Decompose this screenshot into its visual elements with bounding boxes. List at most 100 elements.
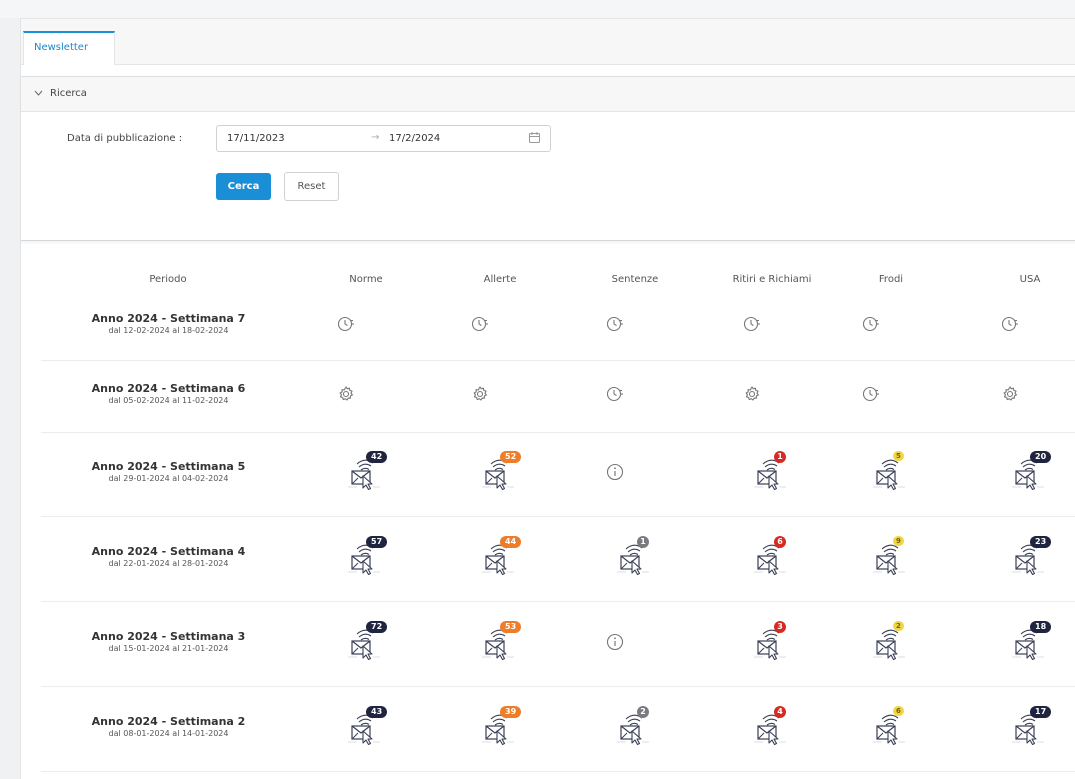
count-badge: 18 [1030,620,1052,633]
newsletter-mail-icon[interactable]: 39 [480,705,522,745]
column-header-ritiri-e-richiami: Ritiri e Richiami [732,274,812,285]
table-row: Anno 2024 - Settimana 2 dal 08-01-2024 al… [41,686,1075,772]
gear-icon[interactable] [337,385,377,421]
table-row: Anno 2024 - Settimana 6 dal 05-02-2024 al… [41,360,1075,433]
clock-icon[interactable] [743,315,783,351]
tab-newsletter[interactable]: Newsletter [23,31,115,65]
newsletter-mail-icon[interactable]: 6 [871,705,911,745]
clock-icon[interactable] [606,385,646,421]
search-button[interactable]: Cerca [216,173,271,200]
period-cell: Anno 2024 - Settimana 2 dal 08-01-2024 al… [41,715,296,738]
period-title: Anno 2024 - Settimana 4 [91,544,246,558]
reset-button[interactable]: Reset [284,172,339,201]
period-cell: Anno 2024 - Settimana 6 dal 05-02-2024 al… [41,382,296,405]
search-panel: Ricerca Data di pubblicazione : 17/11/20… [21,76,1075,241]
period-title: Anno 2024 - Settimana 7 [91,312,246,325]
table-row: Anno 2024 - Settimana 7 dal 12-02-2024 al… [41,299,1075,361]
gear-icon[interactable] [743,385,783,421]
period-cell: Anno 2024 - Settimana 3 dal 15-01-2024 al… [41,630,296,653]
tab-bar: Newsletter [21,19,1075,65]
count-badge: 17 [1030,705,1052,718]
date-label: Data di pubblicazione : [67,133,183,144]
newsletter-mail-icon[interactable]: 4 [752,705,792,745]
count-badge: 43 [366,705,388,718]
period-dates: dal 12-02-2024 al 18-02-2024 [108,326,229,335]
count-badge: 72 [366,620,388,633]
period-dates: dal 08-01-2024 al 14-01-2024 [108,728,229,738]
period-title: Anno 2024 - Settimana 2 [91,714,246,728]
newsletter-mail-icon[interactable]: 5 [871,451,911,490]
date-to-input[interactable]: 17/2/2024 [389,133,440,144]
period-title: Anno 2024 - Settimana 3 [91,629,246,643]
column-header-usa: USA [1019,274,1041,285]
gear-icon[interactable] [1001,385,1041,421]
period-cell: Anno 2024 - Settimana 4 dal 22-01-2024 al… [41,545,296,568]
newsletter-mail-icon[interactable]: 72 [346,620,388,660]
clock-icon[interactable] [471,315,511,351]
newsletter-mail-icon[interactable]: 17 [1010,705,1052,745]
info-icon[interactable] [606,463,646,499]
clock-icon[interactable] [862,385,902,421]
count-badge: 52 [500,451,522,463]
count-badge: 39 [500,705,522,718]
newsletter-mail-icon[interactable]: 23 [1010,535,1052,575]
newsletter-mail-icon[interactable]: 2 [615,705,655,745]
search-panel-header[interactable]: Ricerca [21,77,1075,112]
date-range-picker[interactable]: 17/11/2023 → 17/2/2024 [216,125,551,152]
period-dates: dal 29-01-2024 al 04-02-2024 [108,474,229,483]
calendar-icon[interactable] [529,132,540,143]
gear-icon[interactable] [471,385,511,421]
table-row: Anno 2024 - Settimana 4 dal 22-01-2024 al… [41,516,1075,602]
count-badge: 1 [774,451,786,463]
column-header-norme: Norme [349,274,383,285]
newsletter-mail-icon[interactable]: 20 [1010,451,1052,490]
newsletter-mail-icon[interactable]: 44 [480,535,522,575]
column-header-frodi: Frodi [878,274,904,285]
newsletter-mail-icon[interactable]: 18 [1010,620,1052,660]
newsletter-mail-icon[interactable]: 3 [752,620,792,660]
clock-icon[interactable] [1001,315,1041,351]
newsletter-mail-icon[interactable]: 6 [752,535,792,575]
period-dates: dal 15-01-2024 al 21-01-2024 [108,643,229,653]
period-dates: dal 05-02-2024 al 11-02-2024 [108,396,229,405]
count-badge: 3 [774,620,786,633]
count-badge: 2 [637,705,649,718]
main-frame: Newsletter Ricerca Data di pubblicazione… [20,18,1075,779]
newsletter-mail-icon[interactable]: 1 [615,535,655,575]
count-badge: 53 [500,620,522,633]
clock-icon[interactable] [337,315,377,351]
newsletter-mail-icon[interactable]: 2 [871,620,911,660]
arrow-right-icon: → [371,132,380,143]
period-dates: dal 22-01-2024 al 28-01-2024 [108,558,229,568]
count-badge: 57 [366,535,388,548]
count-badge: 4 [774,705,786,718]
search-section-label: Ricerca [50,88,87,99]
newsletter-mail-icon[interactable]: 43 [346,705,388,745]
count-badge: 5 [893,451,904,461]
newsletter-mail-icon[interactable]: 9 [871,535,911,575]
column-header-periodo: Periodo [149,274,187,285]
newsletter-mail-icon[interactable]: 53 [480,620,522,660]
window-top-strip [0,0,1075,18]
column-header-allerte: Allerte [483,274,517,285]
table-row: Anno 2024 - Settimana 3 dal 15-01-2024 al… [41,601,1075,687]
column-header-sentenze: Sentenze [611,274,659,285]
clock-icon[interactable] [606,315,646,351]
period-title: Anno 2024 - Settimana 5 [91,460,246,473]
info-icon[interactable] [606,633,646,669]
newsletter-mail-icon[interactable]: 42 [346,451,388,490]
period-cell: Anno 2024 - Settimana 5 dal 29-01-2024 al… [41,460,296,483]
table-row: Anno 2024 - Settimana 5 dal 29-01-2024 al… [41,432,1075,517]
chevron-down-icon [34,77,44,111]
clock-icon[interactable] [862,315,902,351]
newsletter-mail-icon[interactable]: 57 [346,535,388,575]
count-badge: 6 [893,705,904,716]
count-badge: 6 [774,535,786,548]
newsletter-mail-icon[interactable]: 52 [480,451,522,490]
count-badge: 2 [893,620,904,631]
date-from-input[interactable]: 17/11/2023 [227,133,285,144]
newsletter-mail-icon[interactable]: 1 [752,451,792,490]
period-cell: Anno 2024 - Settimana 7 dal 12-02-2024 al… [41,312,296,335]
count-badge: 42 [366,451,388,463]
count-badge: 23 [1030,535,1052,548]
